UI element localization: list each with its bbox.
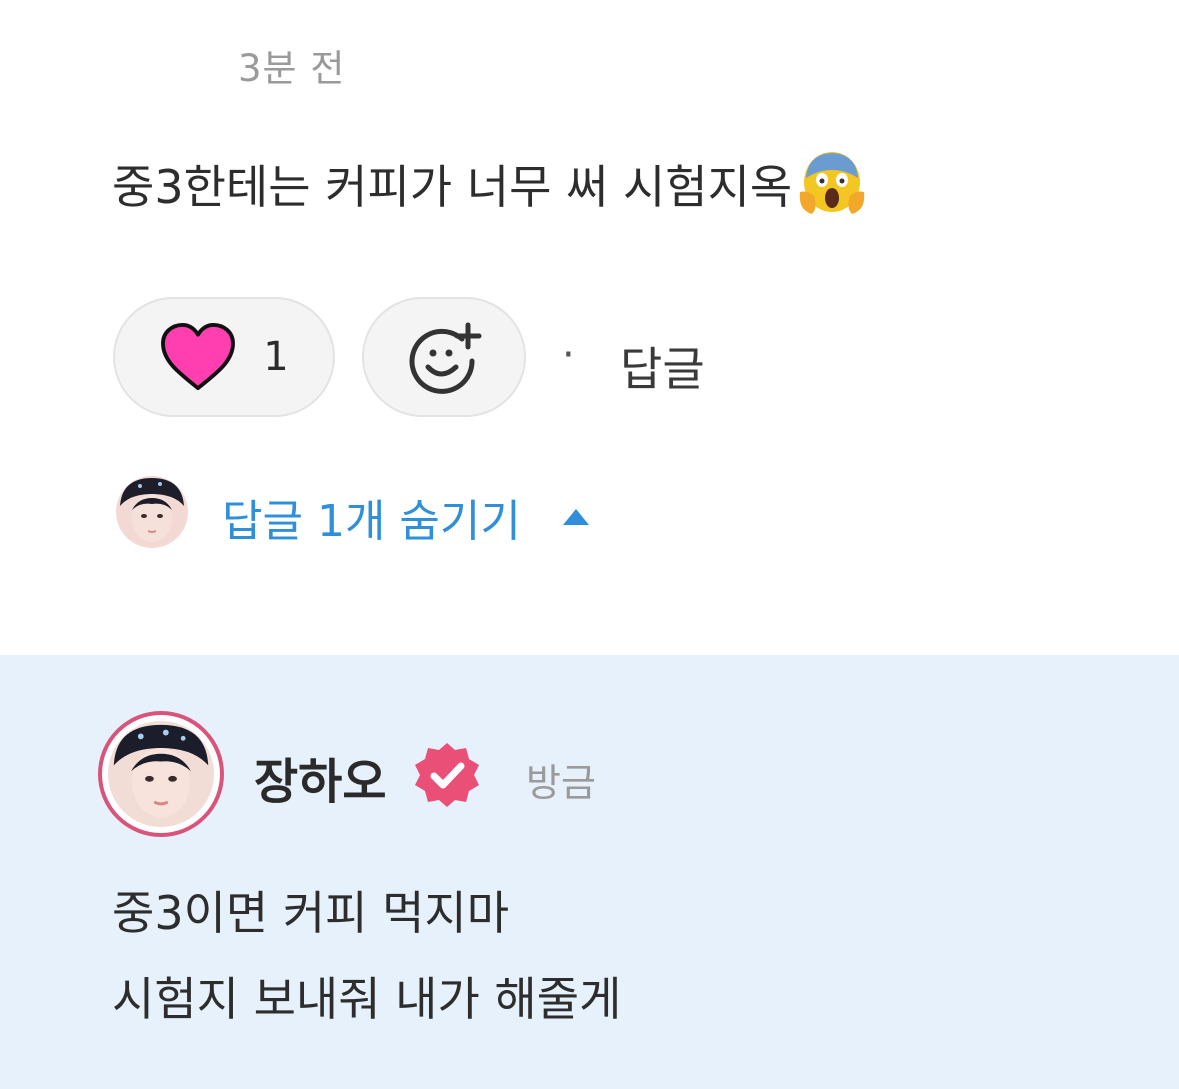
reply-button[interactable]: 답글 bbox=[620, 333, 705, 399]
separator-dot: · bbox=[562, 332, 575, 378]
comment-body: 중3한테는 커피가 너무 써 시험지옥 bbox=[112, 148, 868, 220]
like-button[interactable]: 1 bbox=[113, 297, 335, 417]
add-reaction-button[interactable] bbox=[362, 297, 526, 417]
heart-icon bbox=[161, 322, 236, 391]
reply-author-avatar[interactable] bbox=[98, 711, 224, 837]
reply-body: 중3이면 커피 먹지마 시험지 보내줘 내가 해줄게 bbox=[112, 870, 621, 1042]
add-emoji-icon bbox=[409, 322, 482, 394]
comment-text: 중3한테는 커피가 너무 써 시험지옥 bbox=[112, 160, 793, 214]
hide-replies-toggle[interactable]: 답글 1개 숨기기 bbox=[222, 485, 591, 549]
caret-up-icon bbox=[562, 509, 589, 525]
comment-timestamp: 3분 전 bbox=[238, 47, 346, 90]
reply-timestamp: 방금 bbox=[526, 761, 596, 805]
reply-author-name[interactable]: 장하오 bbox=[254, 742, 386, 812]
reply-line: 시험지 보내줘 내가 해줄게 bbox=[112, 972, 622, 1026]
hide-replies-label: 답글 1개 숨기기 bbox=[222, 496, 521, 547]
scream-emoji-icon bbox=[800, 152, 865, 214]
replier-avatar bbox=[116, 476, 188, 548]
parent-comment: 3분 전 중3한테는 커피가 너무 써 시험지옥 1 · 답글 답글 1개 숨기… bbox=[0, 0, 1179, 655]
reply-line: 중3이면 커피 먹지마 bbox=[112, 886, 510, 940]
verified-badge-icon bbox=[415, 743, 479, 807]
like-count: 1 bbox=[263, 334, 289, 380]
